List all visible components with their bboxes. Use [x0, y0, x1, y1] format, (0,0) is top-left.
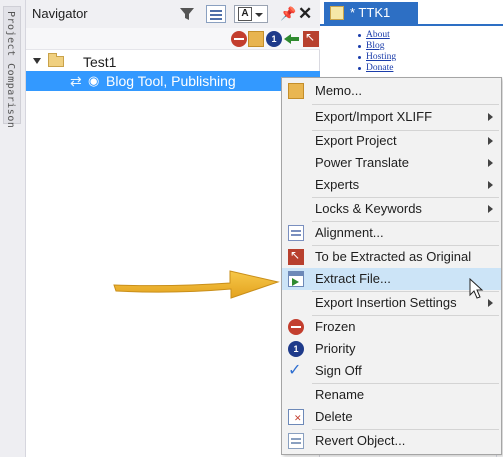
menu-item-delete[interactable]: Delete [282, 406, 501, 428]
pin-icon[interactable]: 📌 [280, 5, 296, 23]
menu-item-label: Frozen [315, 319, 356, 334]
expand-triangle-icon[interactable] [33, 58, 41, 64]
menu-item-rename[interactable]: Rename [282, 384, 501, 406]
menu-item-frozen[interactable]: Frozen [282, 316, 501, 338]
link-list: About Blog Hosting Donate [358, 30, 396, 74]
menu-item-label: Locks & Keywords [315, 201, 422, 216]
menu-item-sign-off[interactable]: ✓ Sign Off [282, 360, 501, 382]
context-menu: Memo... Export/Import XLIFF Export Proje… [281, 77, 502, 455]
filter-icon[interactable] [178, 5, 196, 23]
menu-item-label: Power Translate [315, 155, 409, 170]
revert-icon [288, 433, 304, 449]
menu-item-alignment[interactable]: Alignment... [282, 222, 501, 244]
menu-item-label: Delete [315, 409, 353, 424]
folder-icon [48, 53, 64, 67]
menu-item-memo[interactable]: Memo... [282, 80, 501, 102]
frozen-icon [288, 319, 304, 335]
extract-file-icon [288, 271, 304, 287]
menu-item-label: Priority [315, 341, 356, 356]
memo-icon [288, 83, 304, 99]
link-hosting[interactable]: Hosting [358, 52, 396, 63]
menu-item-label: Revert Object... [315, 433, 406, 448]
tree-row-label: Blog Tool, Publishing [106, 73, 236, 89]
menu-item-label: Sign Off [315, 363, 362, 378]
font-dropdown-button[interactable]: A [234, 5, 268, 23]
extract-original-icon [288, 248, 304, 265]
menu-item-label: Export Insertion Settings [315, 295, 457, 310]
navigator-toolbar: 1 [26, 28, 320, 50]
tab-underline [320, 24, 503, 26]
menu-item-label: Export/Import XLIFF [315, 109, 433, 124]
side-tab-strip: Project Comparison [0, 0, 26, 457]
priority-toolbar-icon[interactable]: 1 [266, 31, 282, 47]
navigator-panel: Navigator A 📌 ✕ 1 Test1 ⇄ ◉ [26, 0, 320, 457]
project-comparison-tab-label: Project Comparison [5, 11, 16, 129]
menu-item-label: To be Extracted as Original [315, 249, 472, 264]
menu-item-extract-original[interactable]: To be Extracted as Original [282, 246, 501, 268]
menu-item-label: Memo... [315, 83, 362, 98]
tree-row-selected[interactable]: ⇄ ◉ Blog Tool, Publishing [26, 71, 320, 91]
memo-toolbar-icon[interactable] [248, 31, 264, 47]
document-tab[interactable]: * TTK1 [324, 2, 418, 24]
submenu-arrow-icon [488, 159, 493, 167]
tree-row-project[interactable]: Test1 [26, 52, 320, 72]
link-about[interactable]: About [358, 30, 396, 41]
application-window: Project Comparison Navigator A 📌 ✕ 1 ↖ T… [0, 0, 503, 457]
priority-icon: 1 [288, 341, 304, 357]
project-comparison-tab[interactable]: Project Comparison [3, 6, 21, 128]
alignment-icon [288, 225, 304, 241]
link-blog[interactable]: Blog [358, 41, 396, 52]
menu-item-export-import-xliff[interactable]: Export/Import XLIFF [282, 106, 501, 128]
submenu-arrow-icon [488, 299, 493, 307]
table-view-button[interactable] [206, 5, 226, 23]
menu-item-export-project[interactable]: Export Project [282, 130, 501, 152]
delete-icon [288, 409, 304, 425]
navigator-title: Navigator [32, 6, 88, 21]
font-icon: A [238, 7, 252, 21]
submenu-arrow-icon [488, 205, 493, 213]
menu-separator [312, 104, 499, 105]
close-icon[interactable]: ✕ [298, 5, 312, 23]
extract-arrow-toolbar-icon[interactable] [284, 31, 300, 47]
eye-icon: ◉ [88, 73, 100, 88]
frozen-toolbar-icon[interactable] [231, 31, 247, 47]
menu-item-label: Extract File... [315, 271, 391, 286]
menu-item-priority[interactable]: 1 Priority [282, 338, 501, 360]
document-tab-label: * TTK1 [350, 5, 391, 20]
sync-icon: ⇄ [70, 73, 82, 89]
menu-item-label: Experts [315, 177, 360, 192]
menu-item-power-translate[interactable]: Power Translate [282, 152, 501, 174]
menu-item-revert-object[interactable]: Revert Object... [282, 430, 501, 452]
menu-item-label: Export Project [315, 133, 397, 148]
submenu-arrow-icon [488, 137, 493, 145]
submenu-arrow-icon [488, 113, 493, 121]
mouse-pointer-icon [469, 278, 484, 299]
chevron-down-icon [255, 13, 263, 17]
checkmark-icon: ✓ [288, 362, 302, 379]
menu-item-experts[interactable]: Experts [282, 174, 501, 196]
tree-row-label: Test1 [83, 54, 117, 70]
navigator-header: Navigator A 📌 ✕ [26, 0, 320, 28]
menu-item-label: Alignment... [315, 225, 384, 240]
submenu-arrow-icon [488, 181, 493, 189]
document-icon [330, 6, 344, 20]
menu-item-label: Rename [315, 387, 365, 402]
annotation-arrow-icon [113, 270, 280, 299]
extract-original-toolbar-icon[interactable] [303, 30, 319, 47]
menu-item-locks-keywords[interactable]: Locks & Keywords [282, 198, 501, 220]
link-donate[interactable]: Donate [358, 63, 396, 74]
